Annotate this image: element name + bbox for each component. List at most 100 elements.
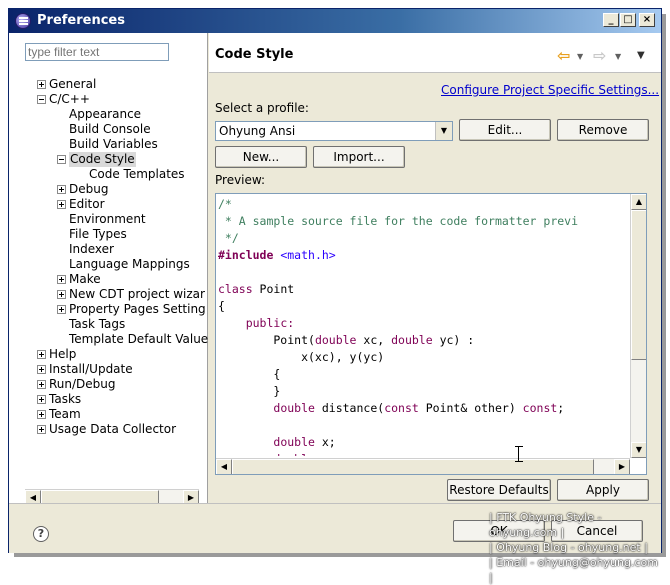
new-button[interactable]: New... [215,146,307,168]
expand-icon[interactable] [37,365,46,374]
forward-dropdown-icon[interactable]: ▼ [615,52,621,61]
tree-item[interactable]: Make [57,272,208,287]
tree-item[interactable]: Tasks [37,392,208,407]
tree-item-label: Debug [69,182,109,196]
expand-icon[interactable] [57,275,66,284]
tree-item[interactable]: Install/Update [37,362,208,377]
page-header: Code Style ⇦ ▼ ⇨ ▼ ▼ [209,33,661,73]
tree-item[interactable]: Help [37,347,208,362]
watermark-line: | Ohyung Blog - ohyung.net | [489,541,648,554]
tree-item-label: Code Style [69,152,136,167]
expand-icon[interactable] [57,185,66,194]
tree-item[interactable]: New CDT project wizar [57,287,208,302]
expand-icon[interactable] [37,350,46,359]
watermark-line: | FTK Ohyung Style - ohyung.com | [489,511,602,539]
help-icon[interactable]: ? [33,526,49,542]
preview-scroll-right-arrow[interactable]: ▶ [614,459,630,474]
code-line: */ [218,231,239,245]
code-line: { [218,299,225,313]
back-dropdown-icon[interactable]: ▼ [577,52,583,61]
tree-item-label: File Types [69,227,127,241]
tree-item[interactable]: Appearance [57,107,208,122]
tree-item[interactable]: Build Variables [57,137,208,152]
code-line: * A sample source file for the code form… [218,214,579,228]
tree-item[interactable]: Usage Data Collector [37,422,208,437]
tree-item[interactable]: Build Console [57,122,208,137]
code-line: public: [245,316,295,330]
code-line: double x; [273,435,336,449]
code-line: double distance(const Point& other) cons… [273,401,565,415]
expand-icon[interactable] [37,395,46,404]
apply-button[interactable]: Apply [557,479,649,501]
text-cursor-icon [515,446,526,462]
tree-item-label: New CDT project wizar [69,287,205,301]
preview-horizontal-scrollbar[interactable]: ◀ ▶ [216,458,630,474]
remove-button[interactable]: Remove [557,119,649,141]
tree-item[interactable]: Team [37,407,208,422]
expand-icon[interactable] [37,80,46,89]
tree-item-label: Template Default Value [69,332,208,346]
scroll-down-arrow[interactable]: ▼ [631,442,646,458]
filter-input[interactable] [25,43,169,61]
tree-item-label: Environment [69,212,146,226]
tree-item-label: Indexer [69,242,114,256]
tree-item[interactable]: C/C++ [37,92,208,107]
tree-item[interactable]: Code Style [57,152,208,167]
code-line: class Point [218,282,295,296]
expand-icon[interactable] [37,380,46,389]
title-bar[interactable]: Preferences _ □ × [9,9,661,33]
forward-arrow-icon[interactable]: ⇨ [593,46,606,65]
import-button[interactable]: Import... [313,146,405,168]
profile-select[interactable]: Ohyung Ansi ▼ [215,121,453,141]
restore-defaults-button[interactable]: Restore Defaults [447,479,551,501]
collapse-icon[interactable] [37,95,46,104]
tree-item[interactable]: Language Mappings [57,257,208,272]
preview-label: Preview: [215,173,266,187]
edit-button[interactable]: Edit... [459,119,551,141]
page-title: Code Style [215,47,294,62]
tree-item[interactable]: Debug [57,182,208,197]
expand-icon[interactable] [57,305,66,314]
close-button[interactable]: × [639,13,655,27]
tree-item[interactable]: File Types [57,227,208,242]
tree-item[interactable]: Code Templates [77,167,208,182]
expand-icon[interactable] [37,410,46,419]
back-arrow-icon[interactable]: ⇦ [557,46,570,65]
expand-icon[interactable] [37,425,46,434]
preview-vertical-scrollbar[interactable]: ▲ ▼ [630,194,646,458]
tree-item[interactable]: Indexer [57,242,208,257]
tree-item[interactable]: Environment [57,212,208,227]
dialog-footer: ? OK Cancel | FTK Ohyung Style - ohyung.… [9,503,661,584]
collapse-icon[interactable] [57,155,66,164]
profile-label: Select a profile: [215,101,309,115]
tree-item[interactable]: Property Pages Setting [57,302,208,317]
code-line: /* [218,197,232,211]
tree-item-label: Make [69,272,101,286]
preview-scroll-left-arrow[interactable]: ◀ [216,459,232,474]
tree-item-label: Build Variables [69,137,158,151]
view-menu-icon[interactable]: ▼ [637,50,645,61]
tree-item[interactable]: Template Default Value [57,332,208,347]
expand-icon[interactable] [57,200,66,209]
preferences-dialog: Preferences _ □ × GeneralC/C++Appearance… [8,8,662,584]
tree-item-label: Run/Debug [49,377,116,391]
tree-item-label: Build Console [69,122,151,136]
scroll-up-arrow[interactable]: ▲ [631,194,646,210]
tree-item[interactable]: Run/Debug [37,377,208,392]
code-line: #include <math.h> [218,248,336,262]
preview-scroll-thumb[interactable] [631,210,646,360]
tree-item[interactable]: Editor [57,197,208,212]
window-title: Preferences [37,13,125,28]
tree-item[interactable]: General [37,77,208,92]
maximize-button[interactable]: □ [620,13,636,27]
minimize-button[interactable]: _ [603,13,619,27]
configure-project-link[interactable]: Configure Project Specific Settings... [441,83,659,97]
expand-icon[interactable] [57,290,66,299]
chevron-down-icon[interactable]: ▼ [435,122,452,140]
code-line: Point(double xc, double yc) : [218,333,475,347]
tree-item-label: Editor [69,197,105,211]
code-preview[interactable]: /* * A sample source file for the code f… [215,193,647,475]
tree-item[interactable]: Task Tags [57,317,208,332]
preview-hscroll-thumb[interactable] [232,459,594,474]
